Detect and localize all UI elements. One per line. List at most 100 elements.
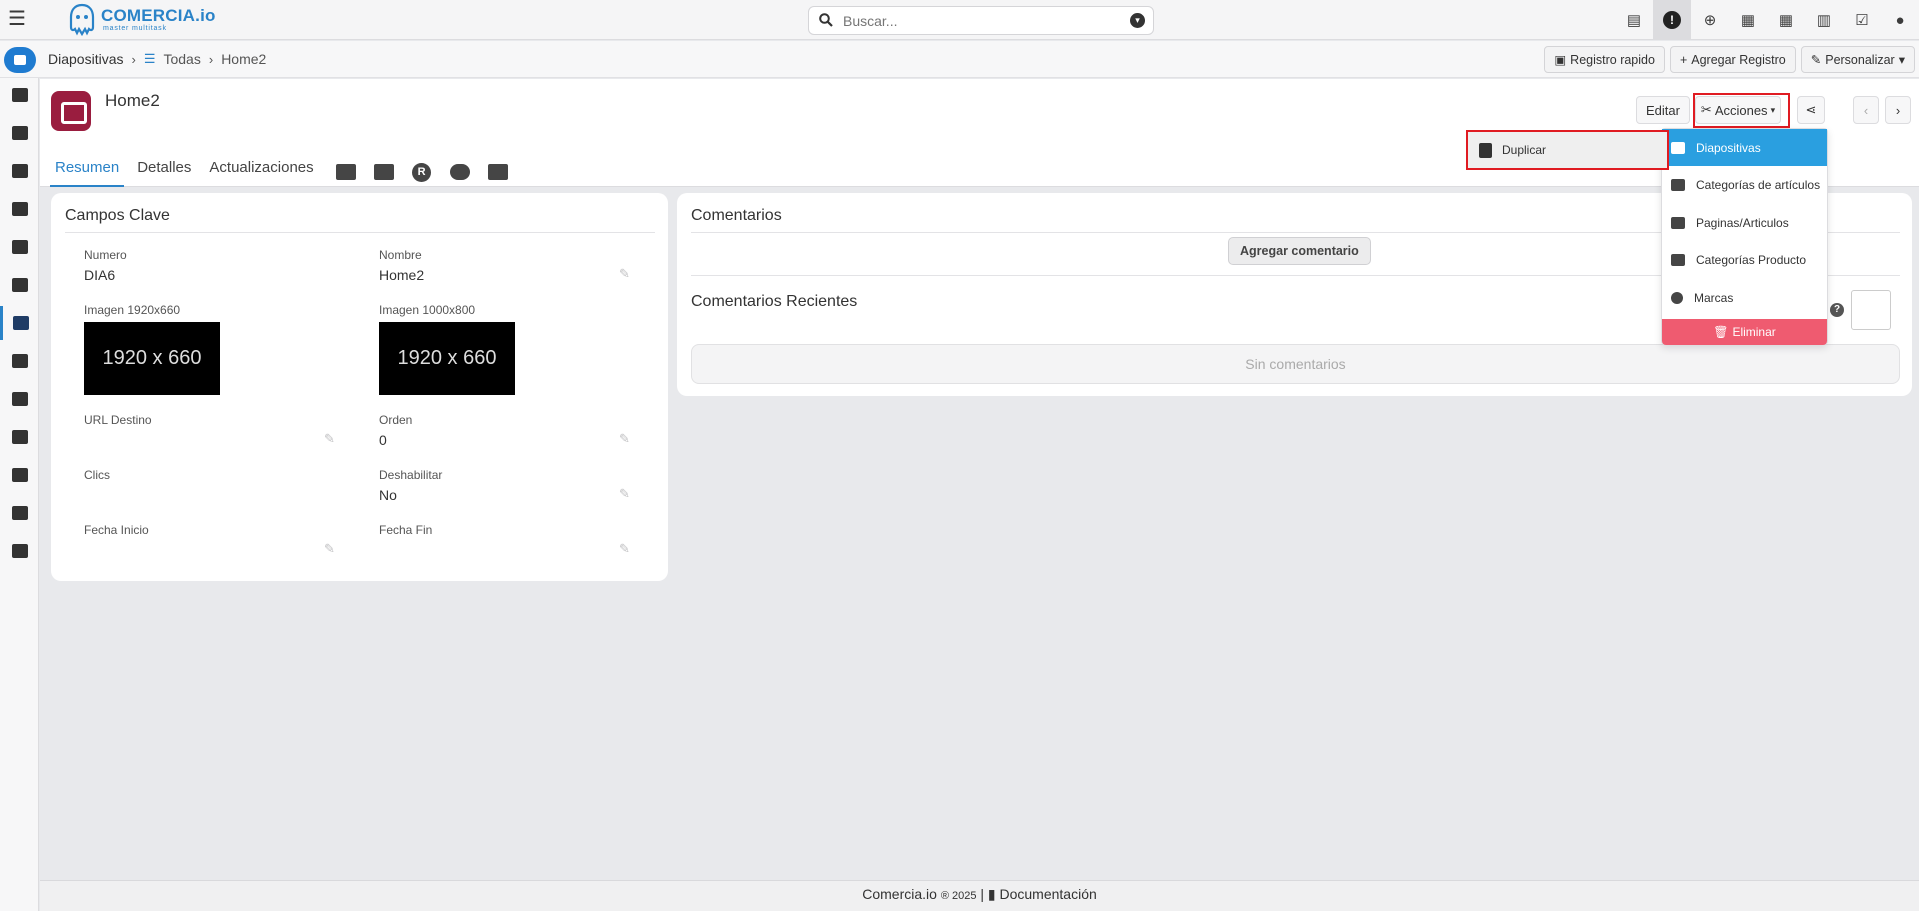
menu-item-label: Diapositivas [1696, 140, 1761, 155]
breadcrumb-list[interactable]: Todas [163, 51, 200, 67]
edit-deshabilitar-pencil-icon[interactable]: ✎ [619, 486, 630, 502]
menu-item-paginas-articulos[interactable]: Paginas/Articulos [1662, 204, 1827, 241]
module-sidebar [0, 78, 39, 911]
documentation-link[interactable]: Documentación [999, 886, 1096, 902]
duplicate-label: Duplicar [1502, 143, 1547, 157]
top-bar: ☰ COMERCIA.io master multitask ▾ ▤ ! ⊕ ▦… [0, 0, 1919, 40]
actions-dropdown-menu: Diapositivas Categorías de artículos Pag… [1661, 128, 1828, 345]
add-comment-button[interactable]: Agregar comentario [1228, 237, 1371, 265]
orden-label: Orden [379, 413, 413, 427]
menu-item-label: Paginas/Articulos [1696, 215, 1789, 230]
menu-item-diapositivas[interactable]: Diapositivas [1662, 129, 1827, 166]
actions-highlight [1693, 93, 1790, 128]
check-square-icon[interactable]: ☑ [1843, 0, 1881, 40]
record-tabs: Resumen Detalles Actualizaciones R [50, 153, 517, 187]
tab-pages-icon[interactable] [327, 157, 365, 187]
calendar-check-icon[interactable]: ▦ [1729, 0, 1767, 40]
key-fields-title: Campos Clave [65, 207, 170, 224]
edit-orden-pencil-icon[interactable]: ✎ [619, 431, 630, 447]
breadcrumb-module[interactable]: Diapositivas [48, 51, 123, 67]
menu-item-marcas[interactable]: Marcas [1662, 279, 1827, 316]
slides-icon [1671, 141, 1685, 154]
breadcrumb: Diapositivas › ☰ Todas › Home2 [48, 51, 266, 67]
tab-brands-icon[interactable]: R [403, 157, 441, 187]
fecha-fin-label: Fecha Fin [379, 523, 433, 537]
app-logo[interactable]: COMERCIA.io master multitask [67, 3, 215, 37]
url-label: URL Destino [84, 413, 152, 427]
footer: Comercia.io ® 2025 | ▮ Documentación [40, 880, 1919, 911]
imagen1-thumbnail[interactable]: 1920 x 660 [84, 322, 220, 395]
menu-item-categorias-producto[interactable]: Categorías Producto [1662, 241, 1827, 278]
search-input[interactable] [843, 11, 1113, 31]
sidebar-gift-icon[interactable] [0, 192, 39, 226]
alert-icon[interactable]: ! [1653, 0, 1691, 40]
record-title: Home2 [105, 91, 160, 110]
key-fields-card: Campos Clave Numero DIA6 Nombre Home2 ✎ … [51, 193, 668, 581]
sidebar-gift2-icon[interactable] [0, 534, 39, 568]
sidebar-swatch-icon[interactable] [0, 382, 39, 416]
hamburger-menu-icon[interactable]: ☰ [8, 9, 28, 29]
calendar-icon[interactable]: ▦ [1767, 0, 1805, 40]
imagen2-label: Imagen 1000x800 [379, 303, 476, 317]
breadcrumb-record: Home2 [221, 51, 267, 67]
footer-brand: Comercia.io [862, 886, 937, 902]
tab-product-categories-icon[interactable] [479, 157, 517, 187]
customize-label: Personalizar [1825, 52, 1895, 67]
user-icon[interactable]: ● [1881, 0, 1919, 40]
copy-icon [1479, 143, 1492, 158]
divider [65, 232, 655, 233]
book-icon: ▮ [987, 886, 996, 902]
search-scope-chevron-icon[interactable]: ▾ [1130, 13, 1145, 28]
edit-fecha-fin-pencil-icon[interactable]: ✎ [619, 541, 630, 557]
tab-resumen[interactable]: Resumen [50, 153, 125, 187]
next-record-icon[interactable]: › [1885, 96, 1911, 124]
logo-text: COMERCIA.io [101, 6, 216, 25]
logo-subtitle: master multitask [103, 25, 167, 32]
sidebar-star-icon[interactable] [0, 420, 39, 454]
add-record-button[interactable]: + Agregar Registro [1669, 46, 1796, 73]
sidebar-building-icon[interactable] [0, 496, 39, 530]
sidebar-cart-icon[interactable] [0, 268, 39, 302]
sidebar-list-icon[interactable] [0, 230, 39, 264]
quick-record-button[interactable]: ▣ Registro rapido [1544, 46, 1665, 73]
previous-record-icon[interactable]: ‹ [1853, 96, 1879, 124]
edit-nombre-pencil-icon[interactable]: ✎ [619, 266, 630, 282]
imagen2-thumbnail[interactable]: 1920 x 660 [379, 322, 515, 395]
menu-item-categorias-articulos[interactable]: Categorías de artículos [1662, 166, 1827, 203]
tab-detalles[interactable]: Detalles [132, 153, 196, 187]
sidebar-filter-icon[interactable] [0, 116, 39, 150]
plus-circle-icon[interactable]: ⊕ [1691, 0, 1729, 40]
footer-separator: | [980, 886, 984, 902]
no-comments-placeholder: Sin comentarios [691, 344, 1900, 384]
footer-year: ® 2025 [940, 890, 977, 902]
swatch-icon [1671, 253, 1685, 266]
tab-comments-icon[interactable] [441, 157, 479, 187]
sidebar-layers-icon[interactable] [0, 78, 39, 112]
registered-icon [1671, 291, 1683, 304]
fecha-inicio-label: Fecha Inicio [84, 523, 149, 537]
duplicate-menu-item[interactable]: Duplicar [1466, 130, 1669, 170]
customize-button[interactable]: ✎ Personalizar ▾ [1800, 46, 1915, 73]
deshabilitar-value: No [379, 487, 397, 503]
bar-chart-icon[interactable]: ▥ [1805, 0, 1843, 40]
delete-button[interactable]: 🗑 Eliminar [1662, 319, 1827, 345]
sidebar-chart-icon[interactable] [0, 154, 39, 188]
sidebar-gear-icon[interactable] [0, 458, 39, 492]
sidebar-slides-icon[interactable] [0, 306, 39, 340]
help-icon[interactable]: ? [1830, 303, 1844, 317]
sidebar-copy-icon[interactable] [0, 344, 39, 378]
menu-item-label: Categorías Producto [1696, 252, 1807, 267]
edit-fecha-inicio-pencil-icon[interactable]: ✎ [324, 541, 335, 557]
caret-down-icon: ▾ [1898, 53, 1905, 67]
edit-button[interactable]: Editar [1636, 96, 1690, 124]
tab-actualizaciones[interactable]: Actualizaciones [204, 153, 318, 187]
calculator-icon[interactable]: ▤ [1615, 0, 1653, 40]
global-search: ▾ [808, 6, 1154, 35]
tab-categories-icon[interactable] [365, 157, 403, 187]
filter-toggle-checkbox[interactable] [1851, 290, 1891, 330]
share-icon[interactable]: ⋖ [1797, 96, 1825, 124]
chevron-right-icon: › [131, 51, 136, 67]
module-home-icon[interactable] [4, 47, 36, 73]
clics-label: Clics [84, 468, 110, 482]
edit-url-pencil-icon[interactable]: ✎ [324, 431, 335, 447]
